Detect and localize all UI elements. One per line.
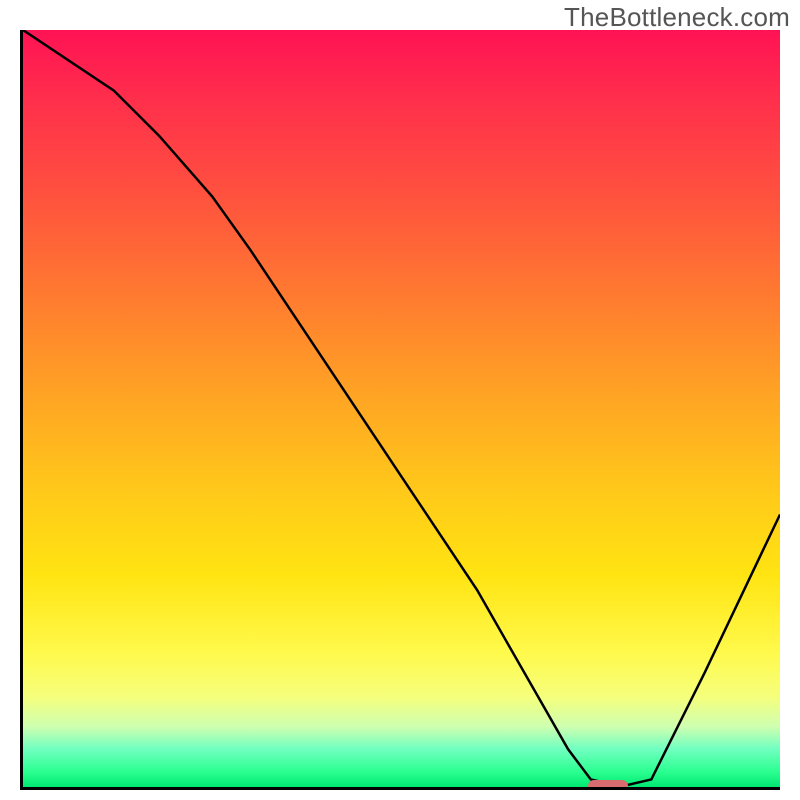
chart-root: TheBottleneck.com [0, 0, 800, 800]
plot-area [20, 30, 780, 790]
optimal-range-marker [588, 780, 628, 790]
watermark-text: TheBottleneck.com [564, 2, 790, 33]
curve-svg [23, 30, 780, 787]
bottleneck-curve-path [23, 30, 780, 785]
